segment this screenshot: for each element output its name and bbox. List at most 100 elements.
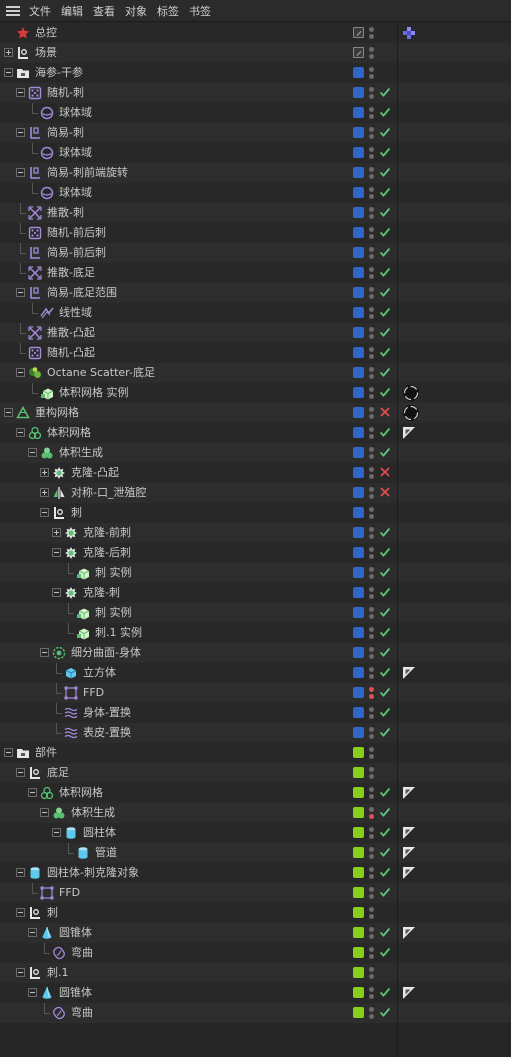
layer-color-swatch[interactable]	[353, 167, 364, 178]
layer-color-swatch[interactable]	[353, 967, 364, 978]
enabled-check-icon[interactable]	[379, 86, 391, 98]
object-name[interactable]: 克隆-凸起	[71, 466, 119, 480]
layer-color-swatch[interactable]	[353, 907, 364, 918]
enabled-check-icon[interactable]	[379, 566, 391, 578]
object-name[interactable]: 推散-底足	[47, 266, 95, 280]
render-visibility-dot[interactable]	[369, 974, 374, 979]
object-name[interactable]: 简易-刺前端旋转	[47, 166, 128, 180]
object-name[interactable]: 简易-刺	[47, 126, 84, 140]
collapse-icon[interactable]	[4, 68, 13, 77]
layer-color-swatch[interactable]	[353, 347, 364, 358]
render-visibility-dot[interactable]	[369, 94, 374, 99]
layer-color-swatch[interactable]	[353, 987, 364, 998]
editor-visibility-dot[interactable]	[369, 287, 374, 292]
editor-visibility-dot[interactable]	[369, 587, 374, 592]
layer-color-swatch[interactable]	[353, 607, 364, 618]
enabled-check-icon[interactable]	[379, 126, 391, 138]
object-name[interactable]: 身体-置换	[83, 706, 131, 720]
layer-color-swatch[interactable]	[353, 847, 364, 858]
editor-visibility-dot[interactable]	[369, 307, 374, 312]
tree-row[interactable]: Octane Scatter-底足	[0, 363, 511, 383]
enabled-check-icon[interactable]	[379, 646, 391, 658]
object-name[interactable]: 刺	[71, 506, 82, 520]
object-name[interactable]: FFD	[83, 686, 104, 700]
layer-color-swatch[interactable]	[353, 687, 364, 698]
object-name[interactable]: 管道	[95, 846, 117, 860]
collapse-icon[interactable]	[40, 808, 49, 817]
editor-visibility-dot[interactable]	[369, 427, 374, 432]
object-name[interactable]: 刺 实例	[95, 606, 132, 620]
tags-cell[interactable]	[397, 263, 511, 283]
tree-row[interactable]: 弯曲	[0, 943, 511, 963]
tags-cell[interactable]	[397, 983, 511, 1003]
tags-cell[interactable]	[397, 1003, 511, 1023]
tags-cell[interactable]	[397, 663, 511, 683]
tree-row[interactable]: 圆柱体	[0, 823, 511, 843]
render-visibility-dot[interactable]	[369, 954, 374, 959]
editor-visibility-dot[interactable]	[369, 127, 374, 132]
layer-color-swatch[interactable]	[353, 127, 364, 138]
collapse-icon[interactable]	[16, 868, 25, 877]
phong-tag-icon[interactable]	[402, 866, 416, 880]
layer-color-swatch[interactable]	[353, 547, 364, 558]
render-visibility-dot[interactable]	[369, 634, 374, 639]
tree-row[interactable]: 刺.1 实例	[0, 623, 511, 643]
object-name[interactable]: 场景	[35, 46, 57, 60]
tags-cell[interactable]	[397, 723, 511, 743]
menu-view[interactable]: 查看	[90, 3, 122, 19]
collapse-icon[interactable]	[16, 908, 25, 917]
object-name[interactable]: 球体域	[59, 146, 92, 160]
editor-visibility-dot[interactable]	[369, 887, 374, 892]
object-name[interactable]: 推散-凸起	[47, 326, 95, 340]
disabled-cross-icon[interactable]	[379, 466, 391, 478]
tags-cell[interactable]	[397, 363, 511, 383]
editor-visibility-dot[interactable]	[369, 107, 374, 112]
render-visibility-dot[interactable]	[369, 994, 374, 999]
editor-visibility-dot[interactable]	[369, 627, 374, 632]
tree-row[interactable]: FFD	[0, 883, 511, 903]
tree-row[interactable]: 海参-干参	[0, 63, 511, 83]
tags-cell[interactable]	[397, 343, 511, 363]
layer-color-swatch[interactable]	[353, 307, 364, 318]
enabled-check-icon[interactable]	[379, 326, 391, 338]
layer-color-swatch[interactable]	[353, 867, 364, 878]
menu-edit[interactable]: 编辑	[58, 3, 90, 19]
collapse-icon[interactable]	[28, 928, 37, 937]
expand-icon[interactable]	[40, 468, 49, 477]
tags-cell[interactable]	[397, 443, 511, 463]
render-visibility-dot[interactable]	[369, 434, 374, 439]
tree-row[interactable]: 重构网格	[0, 403, 511, 423]
enabled-check-icon[interactable]	[379, 946, 391, 958]
object-name[interactable]: 简易-底足范围	[47, 286, 117, 300]
object-name[interactable]: 重构网格	[35, 406, 79, 420]
layer-color-swatch[interactable]	[353, 647, 364, 658]
layer-color-swatch[interactable]	[353, 1007, 364, 1018]
collapse-icon[interactable]	[40, 508, 49, 517]
tree-row[interactable]: 对称-口_泄殖腔	[0, 483, 511, 503]
editor-visibility-dot[interactable]	[369, 567, 374, 572]
editor-visibility-dot[interactable]	[369, 827, 374, 832]
tags-cell[interactable]	[397, 163, 511, 183]
layer-color-swatch[interactable]	[353, 507, 364, 518]
object-name[interactable]: 底足	[47, 766, 69, 780]
enabled-check-icon[interactable]	[379, 306, 391, 318]
render-visibility-dot[interactable]	[369, 374, 374, 379]
tags-cell[interactable]	[397, 883, 511, 903]
layer-color-swatch[interactable]	[353, 887, 364, 898]
disabled-cross-icon[interactable]	[379, 486, 391, 498]
tree-row[interactable]: 克隆-凸起	[0, 463, 511, 483]
tags-cell[interactable]	[397, 243, 511, 263]
layer-color-swatch[interactable]	[353, 227, 364, 238]
render-visibility-dot[interactable]	[369, 914, 374, 919]
render-visibility-dot[interactable]	[369, 854, 374, 859]
tags-cell[interactable]	[397, 923, 511, 943]
enabled-check-icon[interactable]	[379, 1006, 391, 1018]
tree-row[interactable]: 体积生成	[0, 803, 511, 823]
editor-visibility-dot[interactable]	[369, 407, 374, 412]
editor-visibility-dot[interactable]	[369, 147, 374, 152]
render-visibility-dot[interactable]	[369, 54, 374, 59]
collapse-icon[interactable]	[28, 448, 37, 457]
layer-color-swatch[interactable]	[353, 407, 364, 418]
layer-color-swatch[interactable]	[353, 67, 364, 78]
tags-cell[interactable]	[397, 823, 511, 843]
